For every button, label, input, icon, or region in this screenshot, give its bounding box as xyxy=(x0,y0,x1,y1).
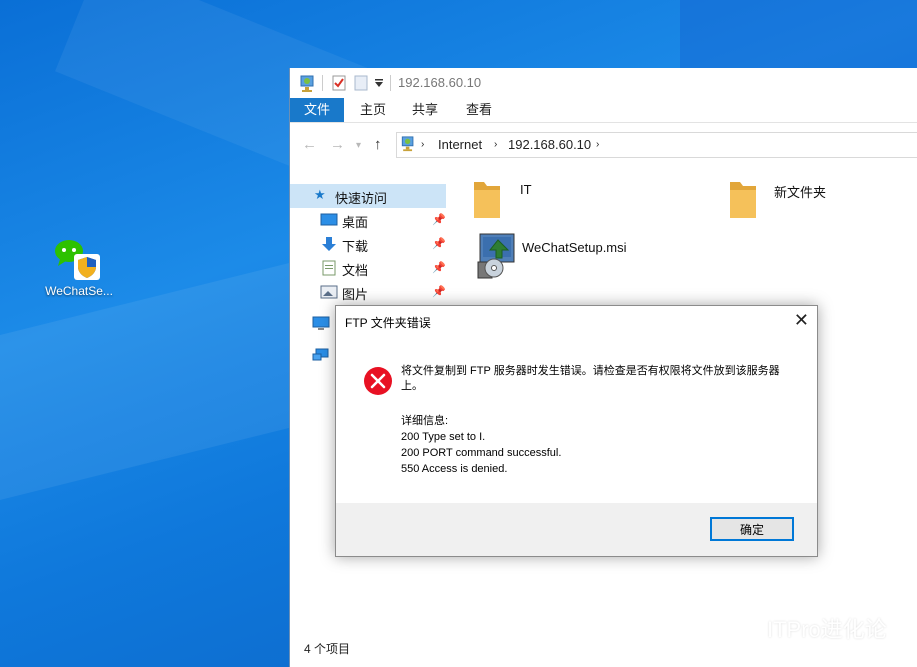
recent-locations-chevron-icon[interactable]: ▾ xyxy=(356,140,361,151)
customize-toolbar-chevron-icon[interactable] xyxy=(374,78,384,88)
details-line: 200 PORT command successful. xyxy=(401,447,562,459)
desktop-icon-label: WeChatSe... xyxy=(45,284,113,298)
watermark-credit: CSDN @小新por xyxy=(781,643,880,658)
error-message: 将文件复制到 FTP 服务器时发生错误。请检查是否有权限将文件放到该服务器上。 xyxy=(401,365,780,392)
tab-file[interactable]: 文件 xyxy=(290,98,345,122)
window-title: 192.168.60.10 xyxy=(398,75,482,90)
pin-icon: 📌 xyxy=(432,262,446,274)
wechat-official-account-logo xyxy=(727,614,760,637)
sidebar-item-quick-access[interactable]: ★ 快速访问 xyxy=(290,184,446,208)
toolbar-divider xyxy=(322,75,323,91)
folder-icon xyxy=(474,182,500,218)
star-icon: ★ xyxy=(314,187,326,202)
tab-view[interactable]: 查看 xyxy=(452,98,506,122)
ribbon-tabs: 文件 主页 共享 查看 xyxy=(290,98,917,123)
breadcrumb-internet[interactable]: Internet xyxy=(438,137,482,152)
navigation-bar: ← → ▾ ↑ › Internet › 192.168.60.10 › xyxy=(290,128,917,162)
details-label: 详细信息: xyxy=(401,415,449,427)
sidebar-item-label: 桌面 xyxy=(342,215,369,230)
breadcrumb-host[interactable]: 192.168.60.10 xyxy=(508,137,591,152)
file-name: IT xyxy=(520,182,532,197)
toolbar-divider xyxy=(390,75,391,91)
details-line: 200 Type set to I. xyxy=(401,431,486,443)
sidebar-item-documents[interactable]: 文档 📌 xyxy=(290,256,446,280)
details-line: 550 Access is denied. xyxy=(401,463,508,475)
forward-arrow-icon[interactable]: → xyxy=(330,136,345,153)
tab-share[interactable]: 共享 xyxy=(398,98,452,122)
pin-icon: 📌 xyxy=(432,238,446,250)
file-name: WeChatSetup.msi xyxy=(522,240,627,255)
properties-icon[interactable] xyxy=(332,75,346,91)
pin-icon: 📌 xyxy=(432,286,446,298)
network-icon[interactable] xyxy=(312,348,330,364)
error-details: 详细信息: 200 Type set to I. 200 PORT comman… xyxy=(401,413,561,477)
pictures-icon xyxy=(320,285,338,299)
up-arrow-icon[interactable]: ↑ xyxy=(374,136,382,153)
sidebar-item-label: 图片 xyxy=(342,287,369,302)
ftp-error-dialog: FTP 文件夹错误 ✕ 将文件复制到 FTP 服务器时发生错误。请检查是否有权限… xyxy=(335,305,818,557)
uac-shield-icon xyxy=(74,254,100,280)
breadcrumb-chevron-icon[interactable]: › xyxy=(596,139,599,150)
error-icon xyxy=(364,367,392,395)
sidebar-item-label: 文档 xyxy=(342,263,369,278)
network-location-icon xyxy=(401,136,414,152)
desktop: WeChatSe... 192.168.60.10 文件 主页 共享 查看 ← … xyxy=(0,0,917,667)
download-arrow-icon xyxy=(322,237,336,251)
sidebar-item-label: 快速访问 xyxy=(335,191,388,206)
msi-installer-icon xyxy=(477,233,515,279)
title-bar: 192.168.60.10 xyxy=(290,68,917,98)
desktop-icon xyxy=(320,213,338,226)
dialog-footer: 确定 xyxy=(336,503,817,556)
breadcrumb-chevron-icon[interactable]: › xyxy=(494,139,497,150)
sidebar-item-pictures[interactable]: 图片 📌 xyxy=(290,280,446,304)
sidebar-item-label: 下载 xyxy=(342,239,369,254)
dialog-title: FTP 文件夹错误 xyxy=(345,316,431,330)
documents-icon xyxy=(322,260,336,276)
ok-button[interactable]: 确定 xyxy=(710,517,794,541)
new-folder-icon[interactable] xyxy=(354,75,368,91)
address-bar[interactable]: › Internet › 192.168.60.10 › xyxy=(396,132,917,158)
tab-home[interactable]: 主页 xyxy=(346,98,400,122)
this-pc-icon[interactable] xyxy=(312,316,330,332)
network-location-icon xyxy=(300,75,314,92)
sidebar-item-downloads[interactable]: 下载 📌 xyxy=(290,232,446,256)
folder-icon xyxy=(730,182,756,218)
breadcrumb-chevron-icon[interactable]: › xyxy=(421,139,424,150)
sidebar-item-desktop[interactable]: 桌面 📌 xyxy=(290,208,446,232)
file-name: 新文件夹 xyxy=(774,185,827,200)
pin-icon: 📌 xyxy=(432,214,446,226)
status-bar-item-count: 4 个项目 xyxy=(304,642,351,656)
close-icon[interactable]: ✕ xyxy=(794,310,809,330)
back-arrow-icon[interactable]: ← xyxy=(302,136,317,153)
